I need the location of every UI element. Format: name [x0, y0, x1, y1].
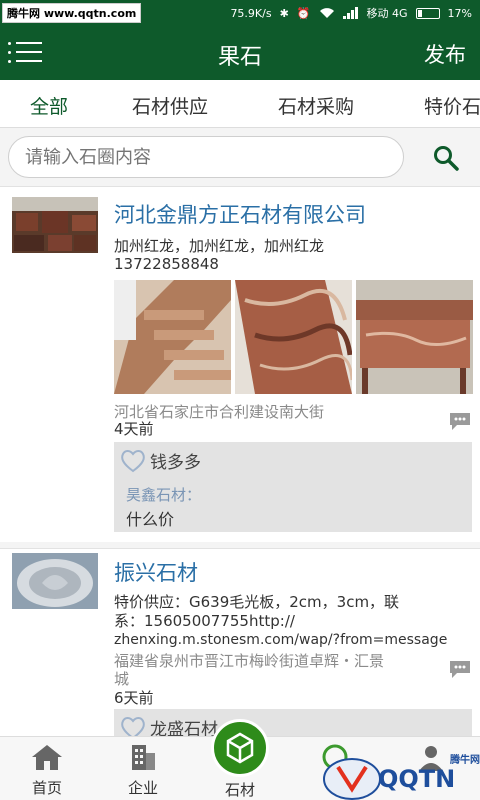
- company-thumbnail[interactable]: [12, 197, 98, 253]
- bluetooth-icon: ✱: [279, 6, 289, 20]
- bottom-navigation: 首页 企业 石材 QQTN 腾牛网: [0, 719, 480, 800]
- cube-icon: [226, 732, 254, 764]
- post-time: 6天前: [114, 689, 154, 707]
- comment-icon[interactable]: [448, 659, 472, 679]
- network-speed: 75.9K/s: [230, 6, 272, 20]
- signal-icon: [342, 7, 358, 19]
- watermark-subtext: 腾牛网: [450, 755, 480, 766]
- carrier-label: 移动 4G: [366, 7, 408, 20]
- post-title[interactable]: 振兴石材: [114, 557, 198, 587]
- likes-row[interactable]: 龙盛石材: [120, 715, 218, 736]
- watermark-bottom: QQTN 腾牛网: [312, 749, 480, 800]
- search-icon[interactable]: [432, 144, 460, 172]
- tab-all[interactable]: 全部: [30, 92, 68, 119]
- tab-purchase[interactable]: 石材采购: [278, 92, 354, 119]
- nav-company[interactable]: 企业: [108, 743, 178, 798]
- tab-supply[interactable]: 石材供应: [132, 92, 208, 119]
- battery-percent: 17%: [447, 6, 472, 20]
- post-body-line: zhenxing.m.stonesm.com/wap/?from=message: [114, 632, 448, 648]
- search-input[interactable]: [8, 136, 404, 178]
- nav-label-stone: 石材: [224, 781, 255, 799]
- post-photo[interactable]: [235, 280, 352, 394]
- reply-text: 什么价: [126, 510, 175, 529]
- watermark-top: 腾牛网 www.qqtn.com: [2, 3, 142, 23]
- nav-home[interactable]: 首页: [12, 743, 82, 798]
- post-title[interactable]: 河北金鼎方正石材有限公司: [114, 199, 366, 229]
- post-photo[interactable]: [356, 280, 473, 394]
- app-bar: 果石 发布: [0, 25, 480, 80]
- post-time: 4天前: [114, 420, 154, 438]
- building-icon: [132, 745, 155, 770]
- post-body-line: 特价供应：G639毛光板，2cm，3cm，联: [114, 593, 400, 611]
- heart-icon[interactable]: [120, 716, 146, 737]
- post-feed: 河北金鼎方正石材有限公司 加州红龙，加州红龙，加州红龙 13722858848: [0, 186, 480, 736]
- interaction-box: 钱多多 昊鑫石材： 什么价: [114, 442, 472, 532]
- post-photo[interactable]: [114, 280, 231, 394]
- reply-author[interactable]: 昊鑫石材：: [126, 484, 201, 505]
- likes-row[interactable]: 钱多多: [120, 448, 201, 473]
- post-body-line: 系：15605007755http://: [114, 612, 295, 630]
- nav-stone-button[interactable]: [211, 719, 269, 777]
- post-card[interactable]: 振兴石材 特价供应：G639毛光板，2cm，3cm，联 系：1560500775…: [0, 548, 480, 736]
- status-icons: 75.9K/s ✱ ⏰ 移动 4G 17%: [230, 5, 472, 21]
- post-location: 城: [114, 670, 130, 688]
- heart-icon[interactable]: [120, 449, 146, 473]
- company-thumbnail[interactable]: [12, 553, 98, 609]
- post-card[interactable]: 河北金鼎方正石材有限公司 加州红龙，加州红龙，加州红龙 13722858848: [0, 186, 480, 542]
- interaction-box: 龙盛石材: [114, 709, 472, 736]
- wifi-icon: [319, 8, 334, 18]
- watermark-text: QQTN: [378, 765, 456, 793]
- category-tabs: 全部 石材供应 石材采购 特价石: [0, 80, 480, 128]
- nav-label-company: 企业: [127, 779, 158, 797]
- watermark-logo-icon: [323, 758, 381, 800]
- liker-name: 钱多多: [150, 453, 201, 473]
- liker-name: 龙盛石材: [150, 720, 218, 736]
- publish-button[interactable]: 发布: [424, 39, 466, 69]
- home-icon: [32, 745, 62, 770]
- search-bar: [0, 128, 480, 186]
- app-title: 果石: [217, 45, 262, 70]
- post-location: 福建省泉州市晋江市梅岭街道卓辉・汇景: [114, 652, 385, 670]
- post-phone: 13722858848: [114, 255, 219, 273]
- status-bar: 腾牛网 www.qqtn.com 75.9K/s ✱ ⏰ 移动 4G 17%: [0, 0, 480, 25]
- battery-icon: [415, 7, 440, 19]
- comment-icon[interactable]: [448, 411, 472, 431]
- nav-label-home: 首页: [31, 779, 62, 797]
- post-description: 加州红龙，加州红龙，加州红龙: [114, 237, 325, 255]
- tab-special-price[interactable]: 特价石: [424, 92, 480, 119]
- alarm-icon: ⏰: [296, 6, 311, 20]
- app-screen: 腾牛网 www.qqtn.com 75.9K/s ✱ ⏰ 移动 4G 17% 果…: [0, 0, 480, 800]
